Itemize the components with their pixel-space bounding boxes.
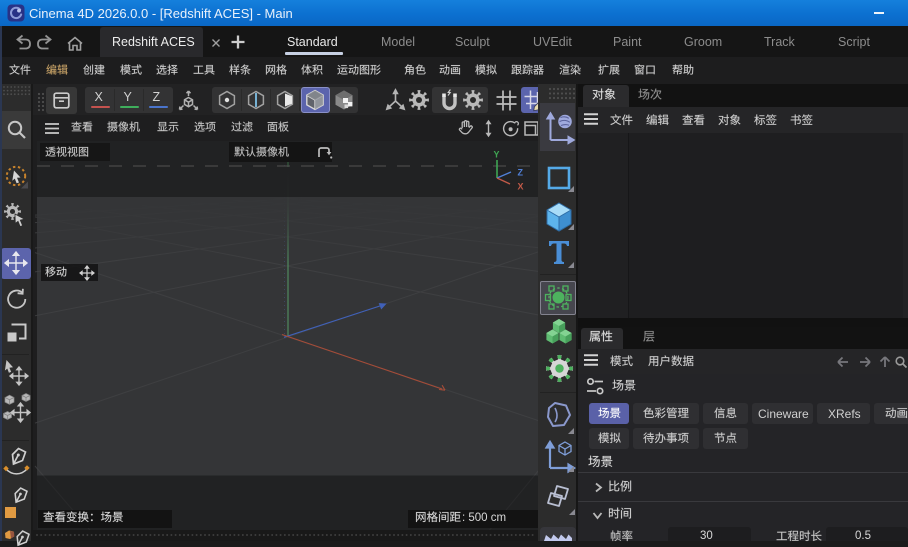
svg-text:Y: Y [494, 150, 500, 160]
svg-text:X: X [518, 182, 524, 192]
svg-text:Z: Z [518, 168, 524, 178]
